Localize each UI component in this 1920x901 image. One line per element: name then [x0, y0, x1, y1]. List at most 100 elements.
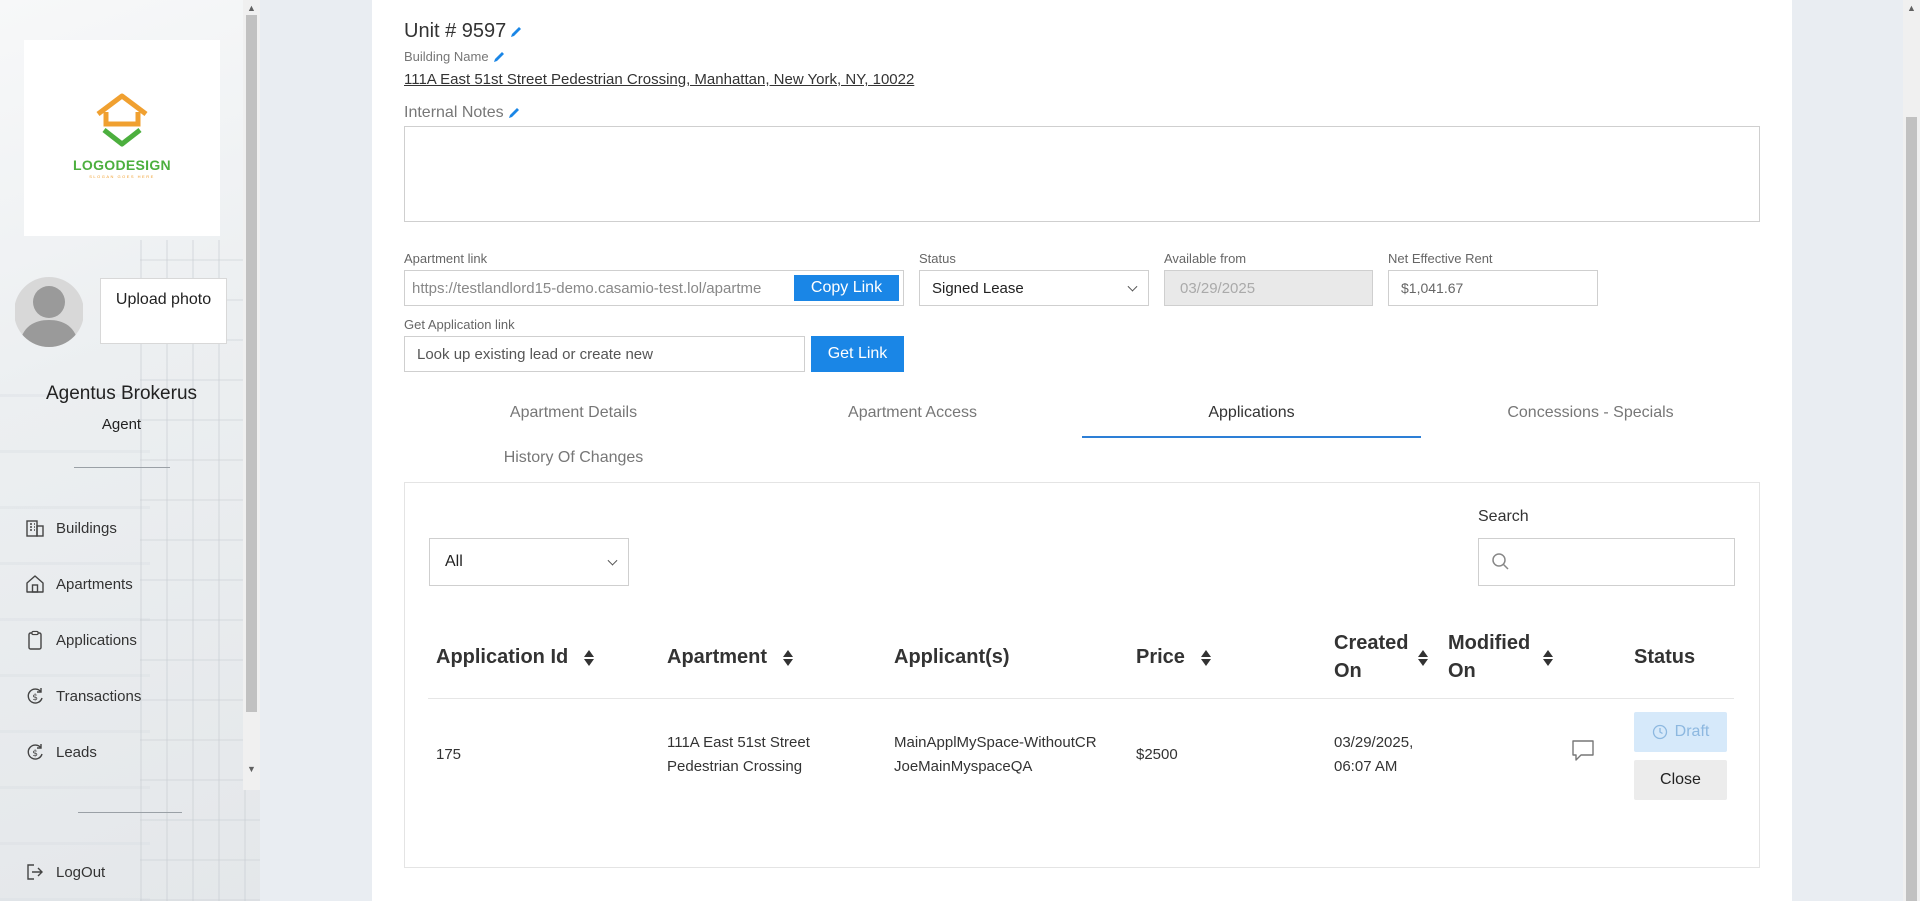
scroll-up-arrow-icon[interactable]: ▲ [1907, 3, 1916, 13]
logo-slogan: SLOGAN GOES HERE [89, 174, 155, 179]
chevron-down-icon [1127, 281, 1138, 292]
sort-icon[interactable] [583, 649, 594, 667]
logout-button[interactable]: LogOut [24, 858, 105, 886]
sort-icon[interactable] [1200, 649, 1211, 667]
logo-icon [96, 93, 148, 147]
table-header-divider [428, 698, 1734, 699]
column-header-price[interactable]: Price [1136, 643, 1211, 671]
home-icon [24, 573, 46, 595]
internal-notes-textarea[interactable] [404, 126, 1760, 222]
copy-link-button[interactable]: Copy Link [794, 275, 899, 301]
svg-text:$: $ [32, 749, 38, 759]
cell-created-on: 03/29/2025, 06:07 AM [1334, 734, 1414, 775]
logout-label: LogOut [56, 863, 106, 881]
scroll-down-arrow-icon[interactable]: ▼ [247, 764, 256, 774]
internal-notes-label: Internal Notes [404, 104, 521, 122]
agent-name: Agentus Brokerus [45, 383, 198, 404]
page-scrollbar[interactable]: ▲ [1903, 0, 1920, 901]
svg-text:$: $ [32, 693, 38, 703]
tab-applications[interactable]: Applications [1082, 404, 1421, 422]
tab-concessions-specials[interactable]: Concessions - Specials [1421, 404, 1760, 422]
cell-applicant-2: JoeMainMyspaceQA [894, 758, 1033, 775]
sidebar-scrollbar[interactable]: ▲ ▼ [243, 0, 260, 790]
cell-application-id: 175 [436, 746, 462, 763]
status-select[interactable]: Signed Lease [919, 270, 1149, 306]
sidebar-item-transactions[interactable]: $ Transactions [24, 682, 141, 710]
column-header-application-id[interactable]: Application Id [436, 643, 594, 671]
sidebar-scrollbar-thumb[interactable] [246, 15, 257, 712]
cell-applicant-1: MainApplMySpace-WithoutCR [894, 734, 1097, 751]
lead-lookup-placeholder: Look up existing lead or create new [417, 345, 653, 363]
sidebar-item-label: Transactions [56, 687, 142, 705]
building-address-link[interactable]: 111A East 51st Street Pedestrian Crossin… [404, 71, 914, 88]
sidebar-item-label: Applications [56, 631, 137, 649]
get-application-link-label: Get Application link [404, 317, 515, 332]
search-icon [1492, 553, 1509, 570]
net-effective-rent-field[interactable]: $1,041.67 [1388, 270, 1598, 306]
status-select-value: Signed Lease [932, 279, 1024, 297]
logo-text: LOGODESIGN [73, 157, 171, 173]
get-link-button[interactable]: Get Link [811, 336, 904, 372]
column-header-created-on[interactable]: Created On [1334, 629, 1408, 685]
sidebar-item-buildings[interactable]: Buildings [24, 514, 117, 542]
sort-icon[interactable] [1418, 649, 1428, 667]
cell-apartment: 111A East 51st Street Pedestrian Crossin… [667, 734, 810, 775]
net-effective-rent-label: Net Effective Rent [1388, 251, 1493, 266]
cell-price: $2500 [1136, 746, 1178, 763]
internal-notes-label-text: Internal Notes [404, 104, 504, 121]
chevron-down-icon [607, 555, 618, 566]
available-from-label: Available from [1164, 251, 1247, 266]
filter-select-value: All [445, 553, 463, 570]
building-name-label-text: Building Name [404, 49, 489, 64]
available-from-value: 03/29/2025 [1180, 279, 1256, 297]
status-draft-button: Draft [1634, 712, 1727, 752]
lead-lookup-input[interactable]: Look up existing lead or create new [404, 336, 805, 372]
apartment-link-value: https://testlandlord15-demo.casamio-test… [412, 279, 762, 297]
available-from-field: 03/29/2025 [1164, 270, 1373, 306]
column-header-label: Apartment [667, 646, 768, 668]
avatar[interactable] [15, 276, 83, 348]
column-header-apartment[interactable]: Apartment [667, 643, 793, 671]
status-label: Status [919, 251, 956, 266]
sidebar-item-label: Leads [56, 743, 97, 761]
company-logo: LOGODESIGN SLOGAN GOES HERE [24, 40, 220, 236]
page-scrollbar-thumb[interactable] [1906, 117, 1917, 901]
apartment-link-label: Apartment link [404, 251, 488, 266]
sidebar-item-apartments[interactable]: Apartments [24, 570, 133, 598]
status-draft-label: Draft [1674, 723, 1710, 740]
tab-apartment-details[interactable]: Apartment Details [404, 404, 743, 422]
edit-pencil-icon[interactable] [492, 50, 506, 64]
column-header-status: Status [1634, 646, 1696, 668]
sidebar-item-label: Buildings [56, 519, 117, 537]
chat-icon[interactable] [1571, 739, 1597, 763]
search-label: Search [1478, 508, 1529, 525]
applications-filter-select[interactable]: All [429, 538, 629, 586]
tab-history-of-changes[interactable]: History Of Changes [404, 449, 743, 467]
column-header-label: Price [1136, 646, 1185, 668]
sort-icon[interactable] [1543, 649, 1553, 667]
column-header-label: Application Id [436, 646, 569, 668]
search-input[interactable] [1478, 538, 1735, 586]
close-application-button[interactable]: Close [1634, 760, 1727, 800]
sidebar-item-leads[interactable]: $ Leads [24, 738, 97, 766]
tab-apartment-access[interactable]: Apartment Access [743, 404, 1082, 422]
unit-title-text: Unit # 9597 [404, 20, 507, 42]
scroll-up-arrow-icon[interactable]: ▲ [247, 3, 256, 13]
logout-icon [24, 861, 46, 883]
edit-pencil-icon[interactable] [509, 25, 523, 39]
active-tab-indicator [1082, 436, 1421, 438]
clock-icon [1652, 724, 1667, 740]
edit-pencil-icon[interactable] [507, 106, 521, 120]
upload-photo-button[interactable]: Upload photo [100, 278, 227, 344]
sidebar-item-label: Apartments [56, 575, 133, 593]
sidebar: LOGODESIGN SLOGAN GOES HERE Upload photo… [0, 0, 260, 901]
clipboard-icon [24, 629, 46, 651]
agent-role: Agent [101, 416, 142, 433]
column-header-modified-on[interactable]: Modified On [1448, 629, 1538, 685]
building-icon [24, 517, 46, 539]
building-name-label: Building Name [404, 49, 506, 64]
unit-title: Unit # 9597 [404, 20, 523, 43]
sidebar-item-applications[interactable]: Applications [24, 626, 137, 654]
sidebar-divider [74, 467, 170, 468]
sort-icon[interactable] [782, 649, 793, 667]
